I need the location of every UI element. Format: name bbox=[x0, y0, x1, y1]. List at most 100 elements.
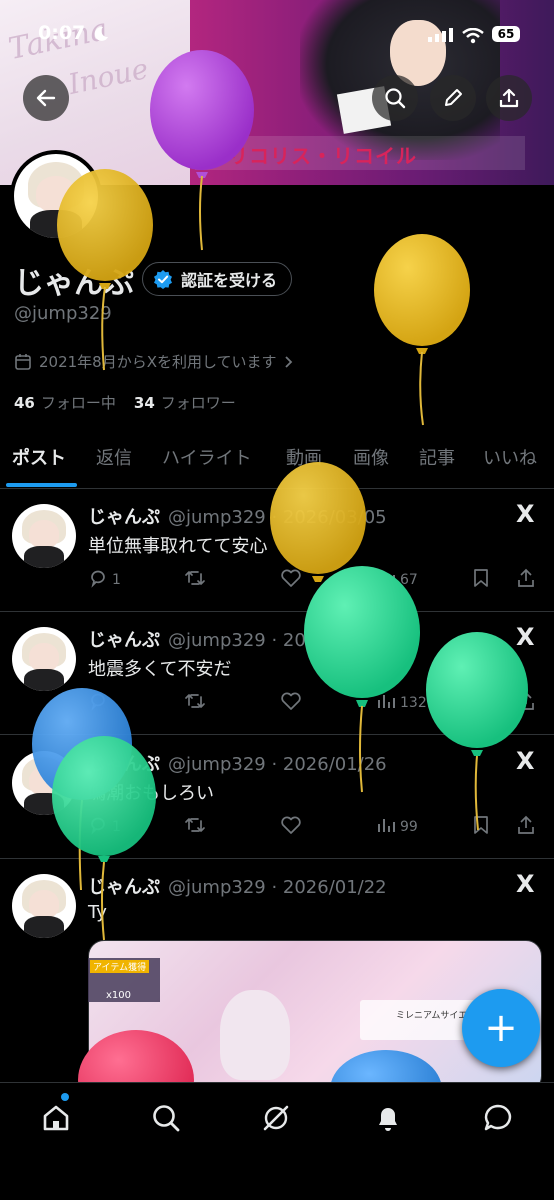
views-count: 99 bbox=[400, 819, 418, 835]
views-button[interactable]: 67 bbox=[376, 568, 418, 592]
follow-stats: 46 フォロー中 34 フォロワー bbox=[14, 392, 236, 413]
tab-posts[interactable]: ポスト bbox=[12, 444, 66, 470]
media-badge-title: アイテム獲得 bbox=[90, 960, 150, 973]
moon-icon bbox=[94, 26, 108, 41]
reply-icon bbox=[88, 568, 108, 592]
like-button[interactable] bbox=[280, 815, 302, 839]
tab-articles[interactable]: 記事 bbox=[419, 444, 455, 470]
views-count: 1327 bbox=[400, 695, 436, 711]
share-icon bbox=[516, 815, 536, 839]
share-icon bbox=[516, 568, 536, 592]
media-character bbox=[220, 990, 290, 1080]
tab-replies[interactable]: 返信 bbox=[96, 444, 132, 470]
tab-highlights[interactable]: ハイライト bbox=[162, 444, 252, 470]
post-header: じゃんぷ @jump329 · 2026/01/26 bbox=[88, 750, 387, 776]
views-button[interactable]: 1327 bbox=[376, 691, 436, 715]
share-button[interactable] bbox=[516, 568, 536, 592]
following-count: 46 bbox=[14, 394, 35, 412]
following-link[interactable]: 46 フォロー中 bbox=[14, 392, 116, 413]
bookmark-button[interactable] bbox=[472, 568, 490, 592]
calendar-icon bbox=[15, 353, 31, 370]
post-text: 地震多くて不安だ bbox=[88, 659, 232, 680]
post-author-name[interactable]: じゃんぷ bbox=[88, 630, 160, 651]
display-name: じゃんぷ bbox=[14, 266, 134, 301]
back-arrow-icon bbox=[36, 89, 56, 107]
post-avatar[interactable] bbox=[12, 504, 76, 568]
profile-avatar[interactable] bbox=[10, 150, 102, 242]
tab-images[interactable]: 画像 bbox=[353, 444, 389, 470]
nav-notifications[interactable] bbox=[368, 1098, 408, 1138]
search-button[interactable] bbox=[372, 75, 418, 121]
views-icon bbox=[376, 815, 396, 839]
profile-avatar-image bbox=[14, 154, 98, 238]
chevron-right-icon bbox=[284, 355, 292, 368]
compose-post-button[interactable]: + bbox=[462, 989, 540, 1067]
reply-button[interactable]: 1 bbox=[88, 815, 121, 839]
like-icon bbox=[280, 691, 302, 715]
like-button[interactable] bbox=[280, 568, 302, 592]
reply-icon bbox=[88, 691, 108, 715]
like-icon bbox=[280, 815, 302, 839]
repost-button[interactable] bbox=[184, 568, 206, 592]
status-time: 0:07 bbox=[38, 22, 86, 44]
tab-likes[interactable]: いいね bbox=[483, 444, 537, 470]
like-icon bbox=[280, 568, 302, 592]
share-icon bbox=[516, 691, 536, 715]
post-avatar[interactable] bbox=[12, 751, 76, 815]
balloon-green-2 bbox=[426, 632, 528, 831]
post-author-name[interactable]: じゃんぷ bbox=[88, 877, 160, 898]
notifications-icon bbox=[379, 1108, 397, 1131]
post-text: Ty bbox=[88, 902, 107, 923]
share-button[interactable] bbox=[516, 815, 536, 839]
get-verified-button[interactable]: 認証を受ける bbox=[142, 262, 293, 296]
views-button[interactable]: 99 bbox=[376, 815, 418, 839]
like-button[interactable] bbox=[280, 691, 302, 715]
joined-date[interactable]: 2021年8月からXを利用しています bbox=[14, 351, 294, 372]
bookmark-button[interactable] bbox=[472, 691, 490, 715]
cellular-signal-icon bbox=[428, 28, 453, 42]
nav-messages[interactable] bbox=[478, 1098, 518, 1138]
followers-link[interactable]: 34 フォロワー bbox=[134, 392, 236, 413]
post-header: じゃんぷ @jump329 · 2026/01/22 bbox=[88, 873, 387, 899]
nav-home[interactable] bbox=[36, 1098, 76, 1138]
reply-count: 1 bbox=[112, 819, 121, 835]
bookmark-icon bbox=[472, 691, 490, 715]
nav-explore[interactable] bbox=[146, 1098, 186, 1138]
verified-badge-icon bbox=[154, 270, 172, 289]
x-logo-icon: X bbox=[516, 623, 535, 651]
post-avatar[interactable] bbox=[12, 874, 76, 938]
tab-videos[interactable]: 動画 bbox=[286, 444, 322, 470]
post-text: 鳴潮おもしろい bbox=[88, 783, 214, 804]
repost-icon bbox=[184, 568, 206, 592]
banner-logo: リコリス・リコイル bbox=[228, 144, 417, 168]
grok-icon bbox=[263, 1105, 289, 1131]
x-logo-icon: X bbox=[516, 870, 535, 898]
bookmark-button[interactable] bbox=[472, 815, 490, 839]
followers-label: フォロワー bbox=[160, 394, 236, 412]
nav-grok[interactable] bbox=[256, 1098, 296, 1138]
share-button[interactable] bbox=[516, 691, 536, 715]
reply-button[interactable]: 1 bbox=[88, 568, 121, 592]
media-badge-count: x100 bbox=[106, 990, 132, 1001]
repost-button[interactable] bbox=[184, 815, 206, 839]
reply-count: 1 bbox=[112, 572, 121, 588]
followers-count: 34 bbox=[133, 394, 155, 412]
post-author-name[interactable]: じゃんぷ bbox=[88, 507, 160, 528]
back-button[interactable] bbox=[23, 75, 69, 121]
edit-button[interactable] bbox=[430, 75, 476, 121]
messages-icon bbox=[484, 1104, 512, 1131]
explore-icon bbox=[153, 1105, 180, 1132]
wifi-icon bbox=[462, 28, 484, 44]
x-logo-icon: X bbox=[516, 500, 535, 528]
reply-button[interactable] bbox=[88, 691, 112, 715]
repost-button[interactable] bbox=[184, 691, 206, 715]
views-icon bbox=[376, 568, 396, 592]
post-divider bbox=[0, 734, 554, 735]
share-button[interactable] bbox=[486, 75, 532, 121]
profile-tabs: ポスト 返信 ハイライト 動画 画像 記事 いいね bbox=[0, 438, 554, 488]
share-icon bbox=[499, 88, 519, 108]
views-icon bbox=[376, 691, 396, 715]
post-avatar[interactable] bbox=[12, 627, 76, 691]
post-author-name[interactable]: じゃんぷ bbox=[88, 754, 160, 775]
get-verified-label: 認証を受ける bbox=[181, 271, 278, 290]
